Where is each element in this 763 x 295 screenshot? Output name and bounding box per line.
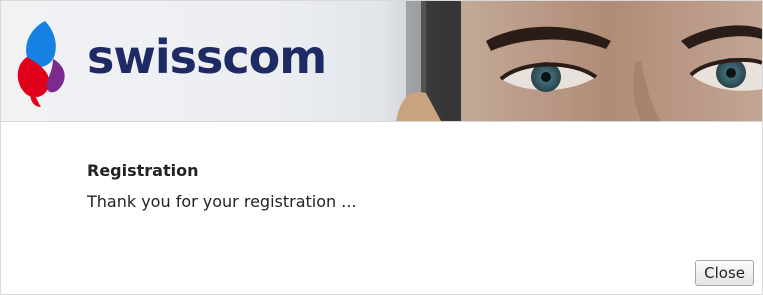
banner: swisscom [1, 1, 762, 122]
brand-logo-text: swisscom [87, 30, 327, 84]
registration-dialog: swisscom Registration Thank you for your… [0, 0, 763, 295]
dialog-title: Registration [87, 161, 199, 180]
dialog-content: Registration Thank you for your registra… [87, 161, 357, 211]
dialog-message: Thank you for your registration ... [87, 192, 357, 211]
swisscom-lifeform-icon [17, 21, 65, 107]
close-button[interactable]: Close [695, 260, 754, 286]
